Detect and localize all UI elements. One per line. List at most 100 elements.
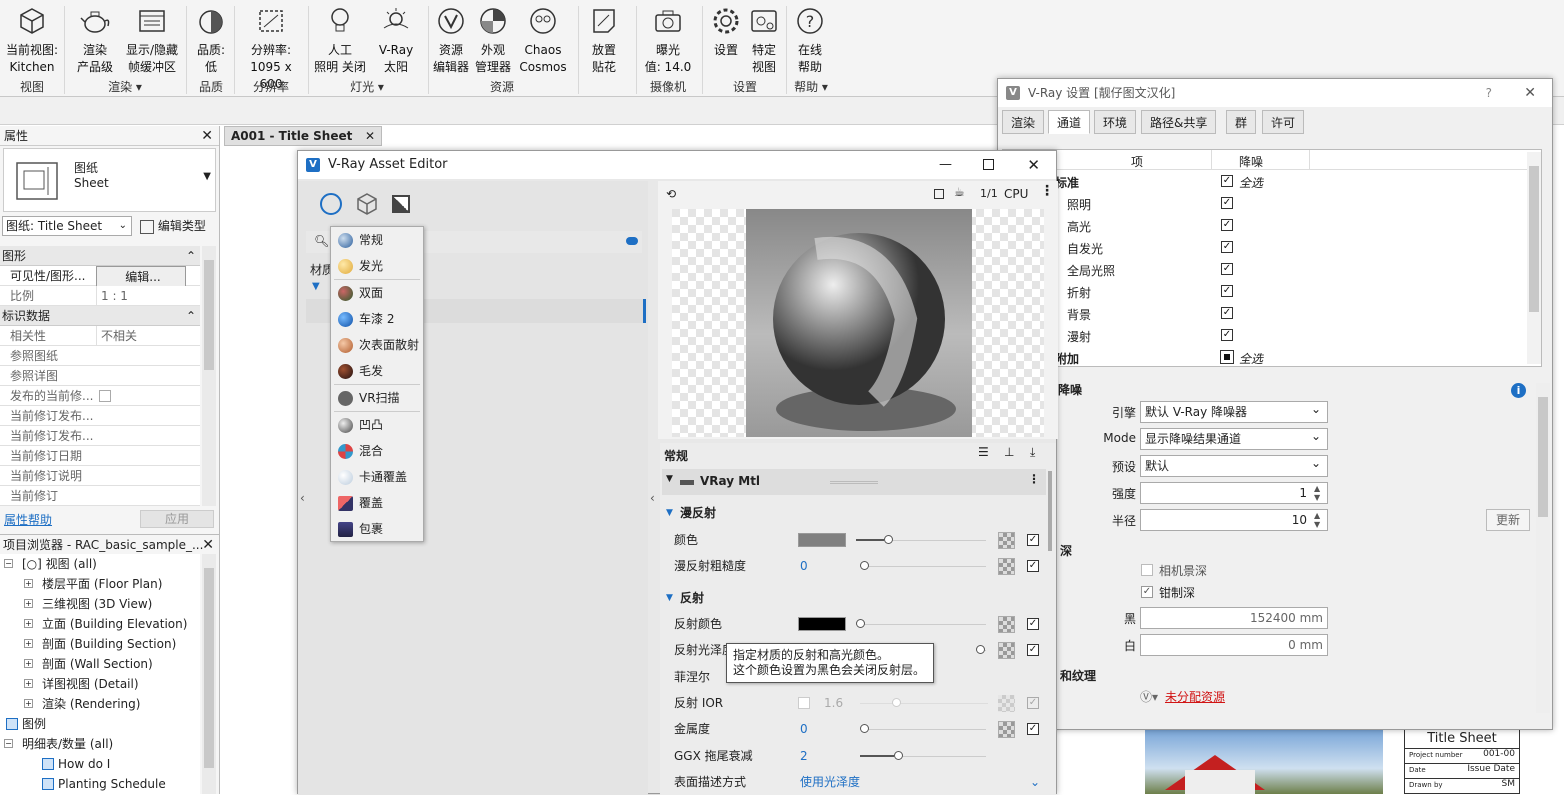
minimize-icon[interactable]: —	[939, 151, 952, 179]
channel-row[interactable]: 自发光 ✓	[1003, 237, 1523, 259]
online-help-button[interactable]: ? 在线 帮助	[790, 6, 830, 76]
asset-editor-button[interactable]: 资源 编辑器	[432, 6, 470, 76]
tree-item[interactable]: + 楼层平面 (Floor Plan)	[0, 574, 200, 594]
slider-knob[interactable]	[976, 645, 985, 654]
texture-slot[interactable]	[998, 642, 1015, 659]
strength-input[interactable]: 1	[1140, 482, 1328, 504]
denoise-checkbox[interactable]: ✓	[1221, 219, 1233, 231]
geometry-category-icon[interactable]	[356, 193, 378, 215]
tree-node-icon[interactable]	[42, 758, 54, 770]
filter-tag-icon[interactable]	[626, 237, 638, 245]
section-diffuse[interactable]: ▼ 漫反射	[666, 502, 1046, 524]
textures-category-icon[interactable]	[392, 195, 410, 213]
menu-item-material[interactable]: 卡通覆盖	[331, 464, 423, 490]
group-lights-label[interactable]: 灯光 ▾	[312, 78, 422, 95]
vraymtl-header[interactable]: ▼ VRay Mtl ⋮	[662, 469, 1046, 495]
slider-knob[interactable]	[892, 698, 901, 707]
clamp-depth-checkbox[interactable]: ✓	[1141, 586, 1153, 598]
menu-item-material[interactable]: VR扫描	[331, 385, 423, 411]
denoise-checkbox[interactable]: ✓	[1221, 197, 1233, 209]
denoise-checkbox[interactable]: ✓	[1221, 241, 1233, 253]
expand-icon[interactable]: +	[24, 619, 33, 628]
preview-region-icon[interactable]	[934, 189, 944, 199]
section-reflection[interactable]: ▼ 反射	[666, 587, 1046, 609]
engine-select[interactable]: 默认 V-Ray 降噪器	[1140, 399, 1328, 423]
expand-icon[interactable]: +	[24, 699, 33, 708]
texture-slot[interactable]	[998, 532, 1015, 549]
enable-checkbox[interactable]	[798, 697, 810, 709]
place-decal-button[interactable]: 放置 贴花	[584, 6, 624, 76]
exposure-button[interactable]: 曝光 值: 14.0	[640, 6, 696, 76]
vray-texture-icon[interactable]: Ⓥ▾	[1140, 688, 1158, 705]
menu-item-material[interactable]: 混合	[331, 438, 423, 464]
enable-checkbox[interactable]: ✓	[1027, 697, 1039, 709]
expand-icon[interactable]: +	[24, 639, 33, 648]
expand-icon[interactable]: +	[24, 659, 33, 668]
expand-icon[interactable]: +	[24, 599, 33, 608]
texture-slot[interactable]	[998, 695, 1015, 712]
tab-swarm[interactable]: 群	[1226, 110, 1257, 134]
unassigned-asset-link[interactable]: 未分配资源	[1165, 688, 1225, 705]
param-value[interactable]: 2	[800, 744, 808, 768]
menu-item-material[interactable]: 常规	[331, 227, 423, 253]
chaos-cosmos-button[interactable]: Chaos Cosmos	[516, 6, 570, 76]
slider-knob[interactable]	[894, 751, 903, 760]
white-depth-input[interactable]: 0 mm	[1140, 634, 1328, 656]
chevron-down-icon[interactable]: ⌄	[1030, 770, 1040, 794]
texture-slot[interactable]	[998, 616, 1015, 633]
param-value[interactable]: 使用光泽度	[800, 770, 860, 794]
tab-license[interactable]: 许可	[1262, 110, 1305, 134]
param-value[interactable]: 1.6	[824, 691, 843, 715]
tree-item[interactable]: − [○] 视图 (all)	[0, 554, 200, 574]
slider-knob[interactable]	[884, 535, 893, 544]
tree-node-icon[interactable]: −	[4, 559, 13, 568]
close-icon[interactable]: ✕	[1027, 151, 1040, 179]
channel-row[interactable]: 折射 ✓	[1003, 281, 1523, 303]
denoise-checkbox[interactable]	[1220, 350, 1234, 364]
color-swatch[interactable]	[798, 533, 846, 547]
quality-button[interactable]: 品质: 低	[192, 6, 230, 76]
settings-button[interactable]: 设置	[708, 6, 744, 59]
expand-icon[interactable]: ▼	[312, 281, 320, 292]
enable-checkbox[interactable]: ✓	[1027, 560, 1039, 572]
tree-item[interactable]: How do I	[0, 754, 200, 774]
menu-item-material[interactable]: 次表面散射	[331, 332, 423, 358]
group-render-label[interactable]: 渲染 ▾	[70, 78, 180, 95]
slider-track[interactable]	[860, 729, 986, 730]
menu-item-material[interactable]: 毛发	[331, 358, 423, 384]
denoise-checkbox[interactable]: ✓	[1221, 329, 1233, 341]
update-button[interactable]: 更新	[1486, 509, 1530, 531]
tab-environment[interactable]: 环境	[1094, 110, 1137, 134]
denoise-checkbox[interactable]: ✓	[1221, 285, 1233, 297]
more-icon[interactable]: ⋮	[1040, 183, 1054, 199]
section-graphics[interactable]: 图形 ⌃	[0, 246, 200, 266]
tree-node-icon[interactable]	[42, 778, 54, 790]
menu-item-material[interactable]: 凹凸	[331, 412, 423, 438]
enable-checkbox[interactable]: ✓	[1027, 644, 1039, 656]
param-value[interactable]: 0	[800, 554, 808, 578]
add-layer-icon[interactable]: ⊥	[1004, 445, 1014, 459]
strength-spinner[interactable]: ▲ ▼	[1314, 484, 1320, 502]
tree-item[interactable]: + 立面 (Building Elevation)	[0, 614, 200, 634]
tab-title-sheet[interactable]: A001 - Title Sheet ✕	[224, 126, 382, 146]
instance-selector[interactable]: 图纸: Title Sheet ⌄	[2, 216, 132, 236]
slider-track[interactable]	[860, 566, 986, 567]
tree-node-icon[interactable]	[6, 718, 18, 730]
channel-row[interactable]: 高光 ✓	[1003, 215, 1523, 237]
texture-slot[interactable]	[998, 721, 1015, 738]
materials-category-icon[interactable]	[320, 193, 342, 215]
menu-item-material[interactable]: 覆盖	[331, 490, 423, 516]
info-icon[interactable]: i	[1511, 383, 1526, 398]
prop-value[interactable]: 不相关	[96, 326, 186, 346]
tree-item[interactable]: − 明细表/数量 (all)	[0, 734, 200, 754]
edit-type-button[interactable]: 编辑类型	[140, 216, 206, 236]
preset-select[interactable]: 默认	[1140, 453, 1328, 477]
enable-checkbox[interactable]: ✓	[1027, 723, 1039, 735]
enable-checkbox[interactable]: ✓	[1027, 618, 1039, 630]
tree-item[interactable]: Planting Schedule	[0, 774, 200, 794]
denoise-checkbox[interactable]: ✓	[1221, 307, 1233, 319]
expand-icon[interactable]: +	[24, 579, 33, 588]
close-icon[interactable]: ✕	[365, 127, 375, 145]
slider-track[interactable]	[856, 624, 986, 625]
tree-item[interactable]: + 剖面 (Wall Section)	[0, 654, 200, 674]
